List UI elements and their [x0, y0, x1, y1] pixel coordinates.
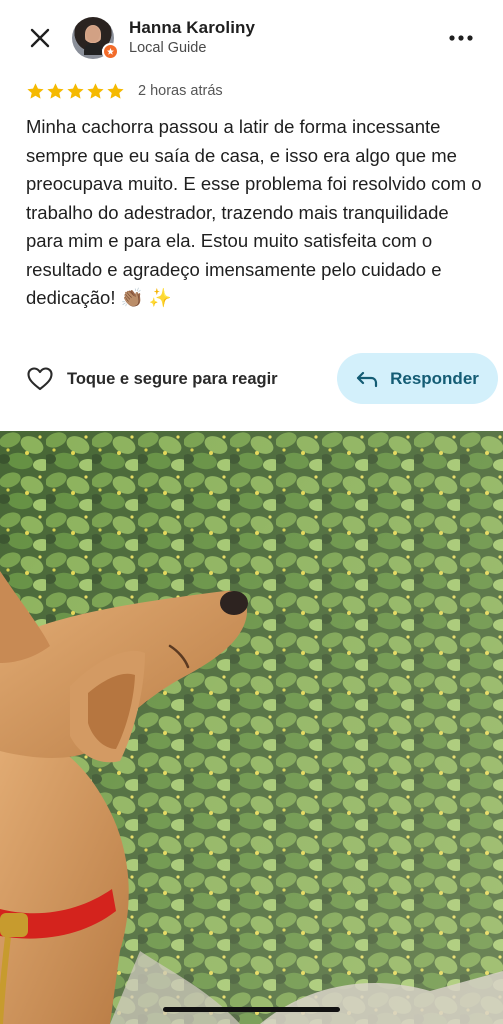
review-photo[interactable]: [0, 431, 503, 1024]
reply-button[interactable]: Responder: [337, 353, 498, 404]
star-icon: [27, 82, 44, 99]
more-options-button[interactable]: [446, 26, 476, 50]
close-icon: [30, 28, 50, 48]
react-label: Toque e segure para reagir: [67, 369, 278, 388]
dog-in-bushes-photo: [0, 431, 503, 1024]
heart-icon: [27, 367, 53, 391]
reviewer-role: Local Guide: [129, 40, 207, 56]
star-icon: [107, 82, 124, 99]
reply-icon: [356, 371, 378, 387]
star-icon: [47, 82, 64, 99]
star-icon: [87, 82, 104, 99]
review-text: Minha cachorra passou a latir de forma i…: [26, 116, 482, 308]
home-indicator[interactable]: [163, 1007, 340, 1012]
close-button[interactable]: [26, 24, 56, 54]
review-time: 2 horas atrás: [138, 83, 223, 99]
react-button[interactable]: Toque e segure para reagir: [26, 365, 278, 393]
star-icon: [67, 82, 84, 99]
review-header: Hanna Karoliny Local Guide: [0, 0, 503, 78]
avatar[interactable]: [72, 17, 119, 60]
local-guide-badge-icon: [102, 43, 119, 60]
reply-label: Responder: [390, 368, 479, 388]
more-options-icon: [449, 35, 473, 41]
reviewer-name[interactable]: Hanna Karoliny: [129, 18, 255, 38]
review-rating: 2 horas atrás: [26, 80, 223, 102]
star-rating: [26, 82, 125, 101]
